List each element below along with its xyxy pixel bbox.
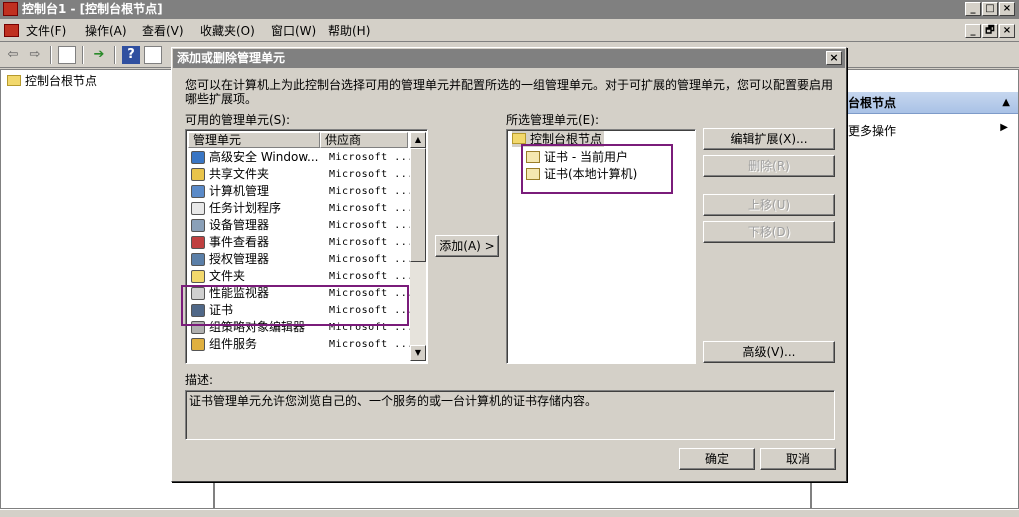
ok-button[interactable]: 确定 (679, 448, 755, 470)
advanced-button[interactable]: 高级(V)... (703, 341, 835, 363)
snapin-row[interactable]: 任务计划程序 Microsoft ... (188, 200, 413, 217)
menu-window[interactable]: 窗口(W) (271, 24, 316, 38)
collapse-up-icon[interactable]: ▲ (1002, 92, 1010, 114)
snapin-vendor: Microsoft ... (329, 220, 414, 231)
snapin-name: 设备管理器 (209, 218, 270, 232)
export-list-icon[interactable]: ➔ (90, 46, 108, 64)
available-snapins-label: 可用的管理单元(S): (185, 113, 291, 127)
snapin-name: 共享文件夹 (209, 167, 270, 181)
status-bar (0, 509, 1019, 517)
main-window-title: 控制台1 - [控制台根节点] (22, 2, 163, 16)
menu-favorites[interactable]: 收藏夹(O) (200, 24, 255, 38)
add-remove-snapins-dialog: 添加或删除管理单元 × 您可以在计算机上为此控制台选择可用的管理单元并配置所选的… (171, 47, 847, 482)
computer-management-icon (191, 185, 205, 198)
snapin-row[interactable]: 高级安全 Window... Microsoft ... (188, 149, 413, 166)
forward-arrow-icon[interactable]: ⇨ (26, 46, 44, 64)
dialog-close-button[interactable]: × (826, 51, 842, 65)
scroll-thumb[interactable] (410, 148, 426, 262)
snapin-row[interactable]: 计算机管理 Microsoft ... (188, 183, 413, 200)
snapin-row[interactable]: 共享文件夹 Microsoft ... (188, 166, 413, 183)
toolbar-separator (50, 46, 52, 64)
snapin-vendor: Microsoft ... (329, 271, 414, 282)
menu-help[interactable]: 帮助(H) (328, 24, 370, 38)
maximize-button[interactable]: □ (982, 2, 998, 16)
column-header-snapin[interactable]: 管理单元 (188, 132, 320, 148)
cancel-button[interactable]: 取消 (760, 448, 836, 470)
description-box: 证书管理单元允许您浏览自己的、一个服务的或一台计算机的证书存储内容。 (185, 390, 835, 440)
snapin-name: 事件查看器 (209, 235, 270, 249)
highlight-box-selected-certificates (521, 144, 673, 194)
menu-action[interactable]: 操作(A) (85, 24, 127, 38)
dialog-title: 添加或删除管理单元 (177, 51, 286, 65)
shared-folder-icon (191, 168, 205, 181)
snapin-name: 计算机管理 (209, 184, 270, 198)
event-viewer-icon (191, 236, 205, 249)
folder-icon (191, 270, 205, 283)
main-title-bar: 控制台1 - [控制台根节点] _ □ × (0, 0, 1019, 19)
snapin-vendor: Microsoft ... (329, 186, 414, 197)
snapin-row[interactable]: 文件夹 Microsoft ... (188, 268, 413, 285)
menu-view[interactable]: 查看(V) (142, 24, 184, 38)
available-snapins-list[interactable]: 管理单元 供应商 高级安全 Window... Microsoft ... 共享文件… (185, 129, 428, 364)
minimize-button[interactable]: _ (965, 2, 981, 16)
snapin-vendor: Microsoft ... (329, 254, 414, 265)
chevron-right-icon[interactable]: ▶ (1000, 122, 1008, 133)
highlight-box-certificate (181, 285, 409, 326)
snapin-row[interactable]: 事件查看器 Microsoft ... (188, 234, 413, 251)
component-services-icon (191, 338, 205, 351)
dialog-intro-text: 您可以在计算机上为此控制台选择可用的管理单元并配置所选的一组管理单元。对于可扩展… (185, 78, 834, 106)
add-button[interactable]: 添加(A) > (435, 235, 499, 257)
child-restore-button[interactable]: 🗗 (982, 24, 998, 38)
toolbar-separator (114, 46, 116, 64)
help-icon[interactable]: ? (122, 46, 140, 64)
column-header-vendor[interactable]: 供应商 (320, 132, 408, 148)
snapin-row[interactable]: 组件服务 Microsoft ... (188, 336, 413, 353)
snapin-row[interactable]: 设备管理器 Microsoft ... (188, 217, 413, 234)
snapin-row[interactable]: 授权管理器 Microsoft ... (188, 251, 413, 268)
edit-extensions-button[interactable]: 编辑扩展(X)... (703, 128, 835, 150)
folder-icon (7, 75, 21, 86)
more-actions-item[interactable]: 更多操作 (848, 122, 896, 139)
actions-header-title: 台根节点 (848, 96, 897, 110)
device-manager-icon (191, 219, 205, 232)
tree-root-node[interactable]: 控制台根节点 (7, 74, 97, 88)
description-label: 描述: (185, 373, 214, 387)
firewall-icon (191, 151, 205, 164)
snapin-vendor: Microsoft ... (329, 203, 414, 214)
snapin-vendor: Microsoft ... (329, 169, 414, 180)
child-minimize-button[interactable]: _ (965, 24, 981, 38)
toolbar-separator (82, 46, 84, 64)
tree-root-label: 控制台根节点 (25, 74, 98, 88)
snapin-name: 组件服务 (209, 337, 258, 351)
move-down-button[interactable]: 下移(D) (703, 221, 835, 243)
remove-button[interactable]: 删除(R) (703, 155, 835, 177)
close-button[interactable]: × (999, 2, 1015, 16)
snapin-name: 任务计划程序 (209, 201, 282, 215)
snapin-vendor: Microsoft ... (329, 339, 414, 350)
back-arrow-icon[interactable]: ⇦ (4, 46, 22, 64)
move-up-button[interactable]: 上移(U) (703, 194, 835, 216)
snapin-name: 文件夹 (209, 269, 246, 283)
snapin-name: 高级安全 Window... (209, 150, 319, 164)
clock-icon (191, 202, 205, 215)
scroll-down-arrow-icon[interactable]: ▼ (410, 345, 426, 361)
child-window-icon[interactable] (4, 24, 19, 37)
selected-snapins-label: 所选管理单元(E): (506, 113, 599, 127)
available-list-scrollbar[interactable]: ▲ ▼ (410, 132, 426, 361)
snapin-vendor: Microsoft ... (329, 237, 414, 248)
description-text: 证书管理单元允许您浏览自己的、一个服务的或一台计算机的证书存储内容。 (189, 394, 598, 408)
scroll-up-arrow-icon[interactable]: ▲ (410, 132, 426, 148)
authorization-icon (191, 253, 205, 266)
snapin-name: 授权管理器 (209, 252, 270, 266)
dialog-title-bar: 添加或删除管理单元 × (173, 49, 845, 68)
show-tree-icon[interactable] (58, 46, 76, 64)
menu-bar: 文件(F) 操作(A) 查看(V) 收藏夹(O) 窗口(W) 帮助(H) _ 🗗… (0, 20, 1019, 42)
folder-icon (512, 133, 526, 144)
snapin-vendor: Microsoft ... (329, 152, 414, 163)
child-close-button[interactable]: × (999, 24, 1015, 38)
menu-file[interactable]: 文件(F) (26, 24, 66, 38)
show-action-pane-icon[interactable] (144, 46, 162, 64)
mmc-app-icon (3, 2, 18, 16)
